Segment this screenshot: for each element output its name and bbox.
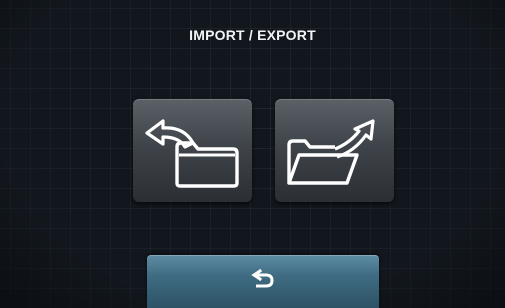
back-button[interactable]	[147, 255, 379, 308]
import-export-screen: IMPORT / EXPORT	[0, 0, 505, 308]
folder-import-icon	[145, 119, 239, 188]
export-button[interactable]	[275, 99, 394, 202]
back-arrow-icon	[251, 268, 274, 288]
import-button[interactable]	[133, 99, 252, 202]
page-title: IMPORT / EXPORT	[189, 27, 316, 43]
folder-export-icon	[287, 119, 375, 185]
